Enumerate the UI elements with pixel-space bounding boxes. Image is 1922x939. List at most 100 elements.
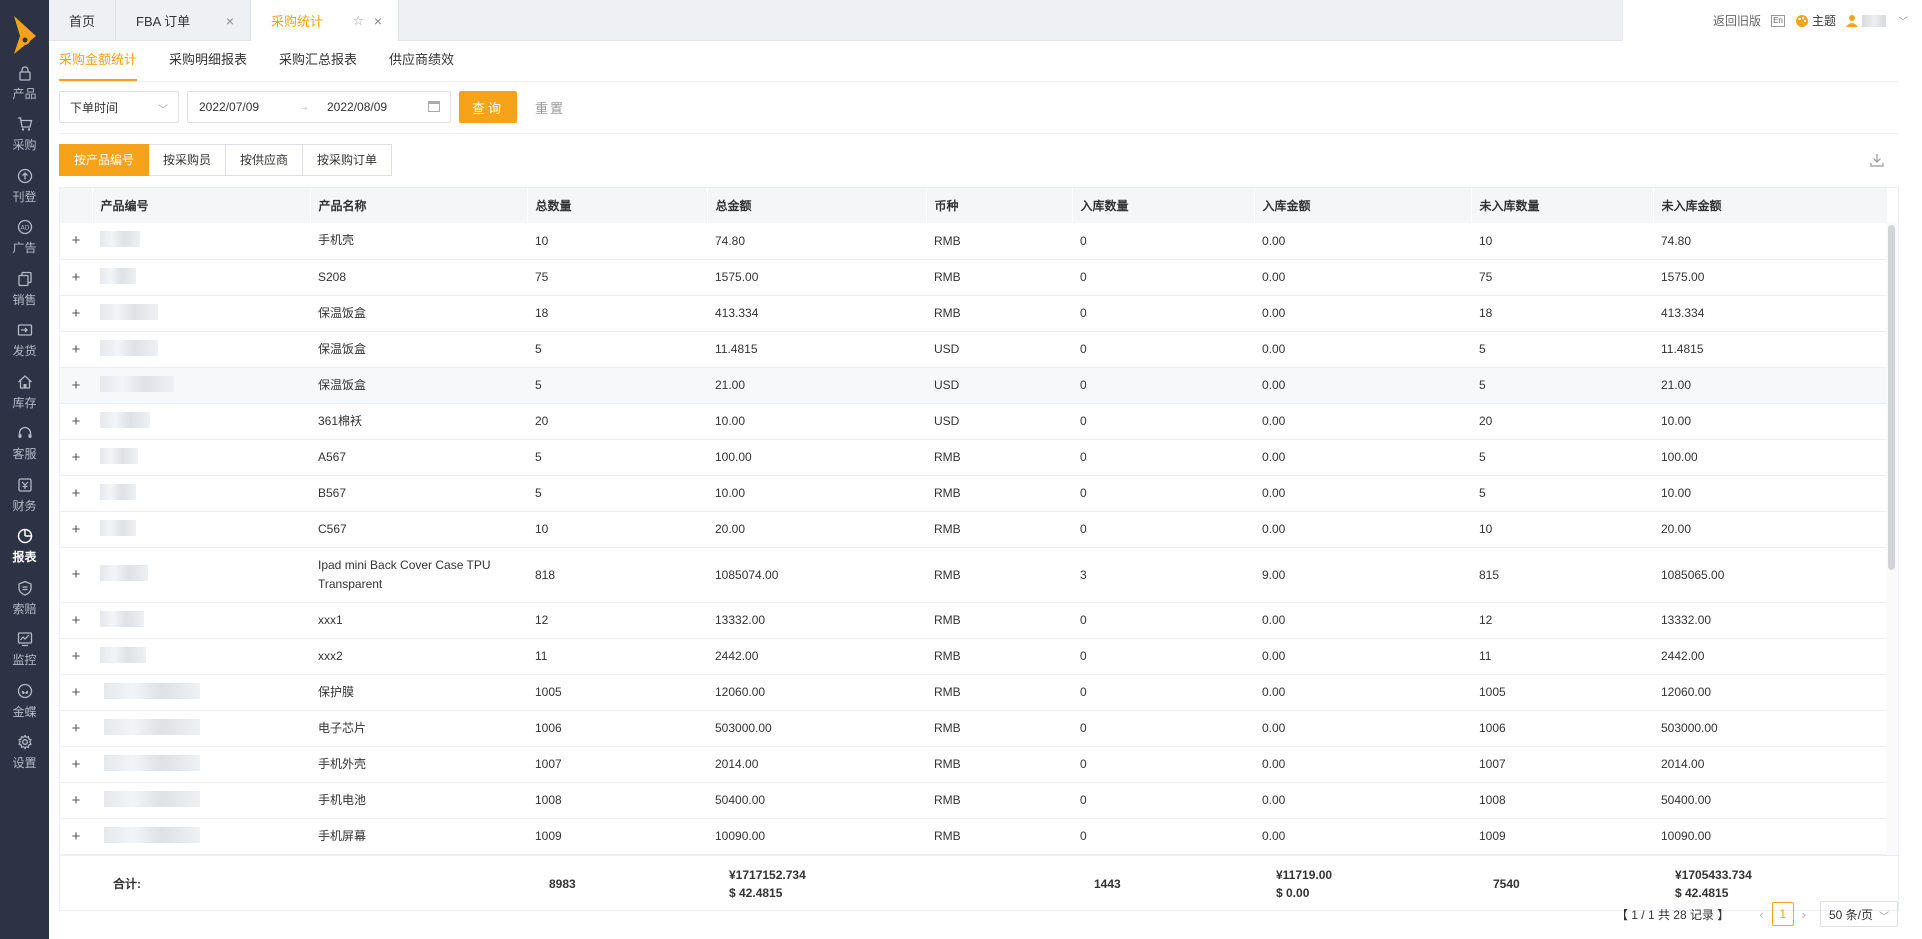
logo-icon[interactable]	[12, 14, 38, 56]
column-header[interactable]: 币种	[926, 188, 1073, 223]
table-row[interactable]: + C567 10 20.00 RMB 0 0.00 10 20.00	[60, 511, 1887, 548]
table-row[interactable]: + 保护膜 1005 12060.00 RMB 0 0.00 1005 12060.00	[60, 674, 1887, 711]
subtab-supplier-performance[interactable]: 供应商绩效	[389, 41, 454, 81]
column-header[interactable]: 入库金额	[1254, 188, 1472, 223]
table-row[interactable]: + S208 75 1575.00 RMB 0 0.00 75 1575.00	[60, 259, 1887, 296]
reset-button[interactable]: 重置	[535, 98, 565, 117]
expand-row-icon[interactable]: +	[60, 746, 92, 783]
expand-row-icon[interactable]: +	[60, 223, 92, 260]
close-icon[interactable]: ×	[226, 13, 234, 29]
expand-row-icon[interactable]: +	[60, 511, 92, 548]
scrollbar-thumb[interactable]	[1888, 225, 1895, 570]
expand-row-icon[interactable]: +	[60, 259, 92, 296]
expand-row-icon[interactable]: +	[60, 403, 92, 440]
expand-row-icon[interactable]: +	[60, 367, 92, 404]
table-row[interactable]: + 保温饭盒 5 11.4815 USD 0 0.00 5 11.4815	[60, 331, 1887, 368]
column-header[interactable]: 产品编号	[92, 188, 311, 223]
query-button[interactable]: 查询	[459, 91, 517, 123]
table-row[interactable]: + A567 5 100.00 RMB 0 0.00 5 100.00	[60, 439, 1887, 476]
star-icon[interactable]: ☆	[352, 13, 364, 29]
sidebar-item-monitor[interactable]: 监控	[0, 625, 49, 675]
totals-in-amount: ¥11719.00 $ 0.00	[1276, 856, 1332, 911]
table-row[interactable]: + B567 5 10.00 RMB 0 0.00 5 10.00	[60, 475, 1887, 512]
download-icon[interactable]	[1870, 153, 1884, 167]
cell-out-amount: 10.00	[1653, 403, 1887, 440]
page-number[interactable]: 1	[1771, 902, 1794, 926]
cell-currency: RMB	[926, 674, 1072, 711]
table-row[interactable]: + Ipad mini Back Cover Case TPU Transpare…	[60, 547, 1887, 603]
sidebar-item-lock[interactable]: 产品	[0, 58, 49, 108]
prev-page-icon[interactable]: ‹	[1759, 907, 1763, 922]
sidebar-item-headset[interactable]: 客服	[0, 419, 49, 469]
column-header[interactable]: 未入库数量	[1471, 188, 1654, 223]
close-icon[interactable]: ×	[374, 13, 382, 29]
cell-product-code	[92, 638, 310, 675]
expand-row-icon[interactable]: +	[60, 331, 92, 368]
column-header[interactable]: 未入库金额	[1653, 188, 1888, 223]
tab-home[interactable]: 首页	[49, 0, 116, 41]
time-type-select[interactable]: 下单时间 ﹀	[59, 91, 179, 123]
sidebar-item-butterfly[interactable]: 金蝶	[0, 676, 49, 726]
table-row[interactable]: + 电子芯片 1006 503000.00 RMB 0 0.00 1006 503000.00	[60, 710, 1887, 747]
expand-row-icon[interactable]: +	[60, 475, 92, 512]
subtab-summary-report[interactable]: 采购汇总报表	[279, 41, 357, 81]
table-row[interactable]: + 手机外壳 1007 2014.00 RMB 0 0.00 1007 2014.00	[60, 746, 1887, 783]
expand-row-icon[interactable]: +	[60, 710, 92, 747]
language-icon[interactable]: En	[1770, 14, 1785, 27]
expand-row-icon[interactable]: +	[60, 547, 92, 603]
next-page-icon[interactable]: ›	[1802, 907, 1806, 922]
expand-row-icon[interactable]: +	[60, 439, 92, 476]
user-menu[interactable]: ﹀	[1846, 13, 1908, 28]
table-row[interactable]: +361棉袄 20 10.00 USD 0 0.00 20 10.00	[60, 403, 1887, 440]
cell-product-code	[92, 439, 310, 476]
masked-product-code	[100, 231, 140, 248]
sidebar-item-gear[interactable]: 设置	[0, 728, 49, 778]
sidebar-item-home[interactable]: 库存	[0, 367, 49, 417]
cell-name: 手机屏幕	[310, 818, 527, 855]
tab-fba-orders[interactable]: FBA 订单 ×	[116, 0, 251, 41]
group-by-supplier[interactable]: 按供应商	[226, 144, 304, 176]
sidebar-item-ad[interactable]: AD 广告	[0, 213, 49, 263]
expand-row-icon[interactable]: +	[60, 818, 92, 855]
column-header[interactable]: 总数量	[527, 188, 708, 223]
header-tools: 返回旧版 En 主题 ﹀	[1622, 0, 1922, 41]
table-row[interactable]: + 保温饭盒 5 21.00 USD 0 0.00 5 21.00	[60, 367, 1887, 404]
expand-row-icon[interactable]: +	[60, 782, 92, 819]
table-row[interactable]: + xxx2 11 2442.00 RMB 0 0.00 11 2442.00	[60, 638, 1887, 675]
date-range-picker[interactable]: 2022/07/09 → 2022/08/09	[187, 91, 451, 123]
column-header[interactable]: 总金额	[707, 188, 927, 223]
group-by-order[interactable]: 按采购订单	[303, 144, 393, 176]
subtab-detail-report[interactable]: 采购明细报表	[169, 41, 247, 81]
sidebar-item-cart[interactable]: 采购	[0, 110, 49, 160]
start-date[interactable]: 2022/07/09	[199, 100, 299, 114]
table-scrollbar[interactable]	[1886, 223, 1898, 855]
table-row[interactable]: + 保温饭盒 18 413.334 RMB 0 0.00 18 413.334	[60, 295, 1887, 332]
table-row[interactable]: + 手机电池 1008 50400.00 RMB 0 0.00 1008 50400.00	[60, 782, 1887, 819]
page-size-select[interactable]: 50 条/页 ﹀	[1820, 901, 1898, 927]
end-date[interactable]: 2022/08/09	[327, 100, 387, 114]
group-by-buyer[interactable]: 按采购员	[149, 144, 227, 176]
table-row[interactable]: + 手机屏幕 1009 10090.00 RMB 0 0.00 1009 10090.00	[60, 818, 1887, 855]
column-header[interactable]: 产品名称	[310, 188, 528, 223]
calendar-icon[interactable]	[428, 101, 440, 112]
expand-row-icon[interactable]: +	[60, 602, 92, 639]
tab-purchase-stats[interactable]: 采购统计 ☆ ×	[251, 0, 399, 41]
sidebar-item-copy[interactable]: 销售	[0, 264, 49, 314]
sidebar-item-truck[interactable]: 发货	[0, 316, 49, 366]
table-row[interactable]: + xxx1 12 13332.00 RMB 0 0.00 12 13332.00	[60, 602, 1887, 639]
sidebar-item-upload[interactable]: 刊登	[0, 161, 49, 211]
expand-row-icon[interactable]: +	[60, 674, 92, 711]
sidebar-item-wallet[interactable]: 财务	[0, 470, 49, 520]
sidebar-item-pie-chart[interactable]: 报表	[0, 522, 49, 572]
expand-row-icon[interactable]: +	[60, 638, 92, 675]
subtab-amount-stats[interactable]: 采购金额统计	[59, 41, 138, 81]
sidebar-item-label: 库存	[12, 395, 37, 410]
expand-row-icon[interactable]: +	[60, 295, 92, 332]
cell-in-amount: 0.00	[1254, 602, 1471, 639]
group-by-product[interactable]: 按产品编号	[59, 144, 150, 176]
theme-button[interactable]: 主题	[1795, 12, 1836, 29]
old-version-link[interactable]: 返回旧版	[1713, 12, 1761, 29]
table-row[interactable]: + 手机壳 10 74.80 RMB 0 0.00 10 74.80	[60, 223, 1887, 260]
sidebar-item-shield[interactable]: 索赔	[0, 573, 49, 623]
column-header[interactable]: 入库数量	[1072, 188, 1255, 223]
